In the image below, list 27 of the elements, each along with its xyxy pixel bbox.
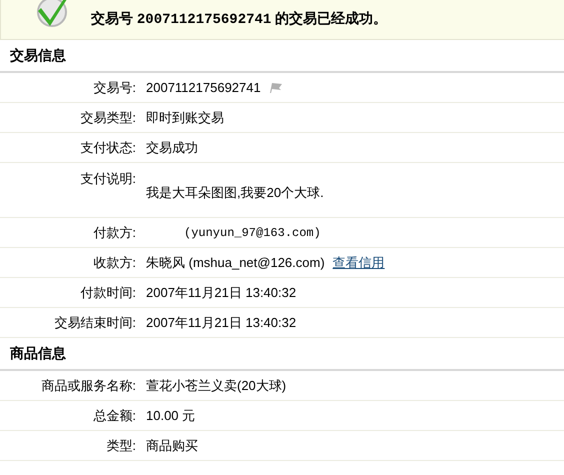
field-value: 交易成功 — [146, 138, 198, 157]
flag-icon — [268, 82, 283, 92]
field-value: 2007年11月21日 13:40:32 — [146, 284, 296, 302]
banner-message: 交易号 2007112175692741 的交易已经成功。 — [91, 9, 388, 30]
section-title: 交易信息 — [10, 46, 66, 65]
field-value: 商品购买 — [146, 436, 198, 455]
field-label: 支付说明: — [79, 170, 136, 188]
field-value: 我是大耳朵图图,我要20个大球. — [146, 184, 324, 202]
field-label: 交易号: — [92, 78, 136, 97]
field-value: 即时到账交易 — [146, 108, 224, 127]
field-value: 2007112175692741 — [146, 78, 261, 97]
credit-link[interactable]: 查看信用 — [332, 252, 385, 272]
field-label: 付款方: — [92, 224, 136, 242]
section-title: 商品信息 — [10, 344, 66, 363]
field-label: 交易类型: — [79, 108, 136, 127]
field-value: 萱花小苍兰义卖(20大球) — [146, 376, 286, 395]
field-label: 类型: — [105, 436, 136, 455]
field-label: 交易结束时间: — [53, 314, 136, 332]
field-value: 2007年11月21日 13:40:32 — [146, 314, 296, 332]
field-value: (yunyun_97@163.com) — [184, 224, 321, 242]
field-label: 付款时间: — [79, 284, 136, 302]
field-value: 10.00 元 — [146, 406, 196, 425]
field-label: 收款方: — [92, 254, 136, 272]
field-label: 总金额: — [92, 406, 136, 425]
field-label: 支付状态: — [79, 138, 136, 157]
field-label: 商品或服务名称: — [40, 376, 136, 395]
field-value: 朱晓风 (mshua_net@126.com) — [146, 254, 325, 272]
